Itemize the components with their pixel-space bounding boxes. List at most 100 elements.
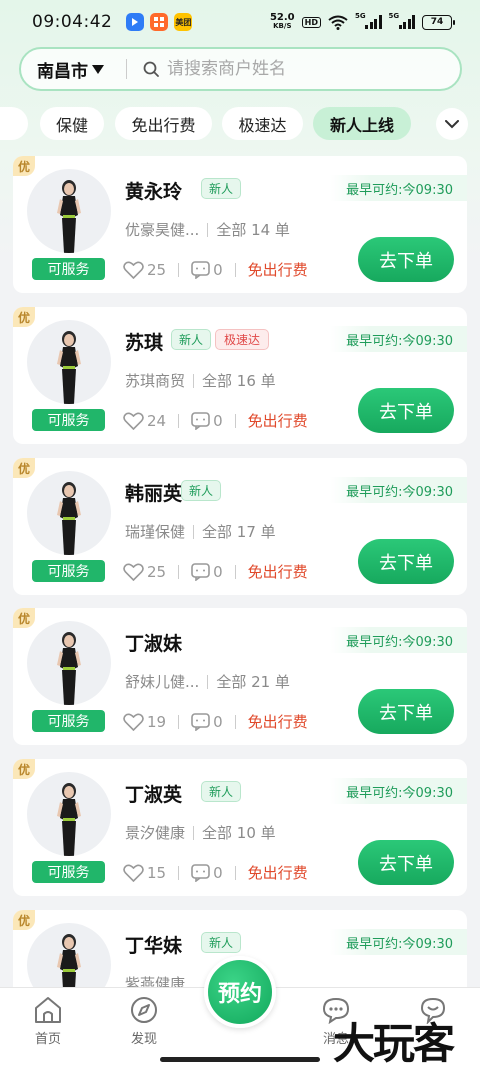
search-input[interactable] bbox=[167, 59, 447, 79]
comments-stat[interactable]: 0 bbox=[191, 864, 223, 882]
filter-chip-free-travel[interactable]: 免出行费 bbox=[115, 107, 212, 140]
city-label: 南昌市 bbox=[37, 61, 88, 82]
available-badge: 可服务 bbox=[32, 710, 105, 732]
merchant-name: 韩丽英 bbox=[125, 483, 183, 505]
comments-stat[interactable]: 0 bbox=[191, 713, 223, 731]
comments-stat[interactable]: 0 bbox=[191, 563, 223, 581]
preferred-tag: 优 bbox=[13, 307, 35, 327]
place-order-button[interactable]: 去下单 bbox=[358, 237, 454, 282]
divider bbox=[178, 564, 180, 579]
order-count: 全部 21 单 bbox=[216, 673, 290, 691]
battery-level: 74 bbox=[430, 17, 444, 27]
net-speed-value: 52.0 bbox=[269, 12, 295, 23]
nav-discover[interactable]: 发现 bbox=[114, 996, 174, 1047]
city-selector[interactable]: 南昌市 bbox=[37, 57, 104, 82]
net-speed: 52.0 KB/S bbox=[270, 13, 295, 31]
available-badge: 可服务 bbox=[32, 560, 105, 582]
earliest-time: 最早可约:今09:30 bbox=[330, 627, 467, 653]
likes-stat[interactable]: 25 bbox=[123, 563, 166, 581]
shop-info: 舒妹儿健... 全部 21 单 bbox=[125, 671, 290, 692]
preferred-tag: 优 bbox=[13, 910, 35, 930]
home-indicator[interactable] bbox=[160, 1057, 320, 1062]
likes-stat[interactable]: 15 bbox=[123, 864, 166, 882]
filter-chip-baojian[interactable]: 保健 bbox=[40, 107, 104, 140]
divider bbox=[234, 564, 236, 579]
available-badge: 可服务 bbox=[32, 258, 105, 280]
merchant-card[interactable]: 优 可服务 苏琪 最早可约:今09:30 苏琪商贸 全部 16 单 24 0 免… bbox=[13, 307, 467, 444]
battery-icon: 74 bbox=[422, 14, 455, 30]
filter-expand-button[interactable] bbox=[436, 108, 468, 140]
hd-badge: HD bbox=[301, 16, 321, 28]
meituan-icon: 美团 bbox=[174, 13, 193, 31]
shop-name: 瑞瑾保健 bbox=[125, 523, 186, 541]
free-travel-label: 免出行费 bbox=[247, 412, 308, 430]
signal-icon-2: 5G bbox=[389, 12, 415, 29]
merchant-name: 丁华妹 bbox=[125, 935, 183, 957]
avatar[interactable] bbox=[27, 621, 111, 705]
likes-stat[interactable]: 19 bbox=[123, 713, 166, 731]
likes-stat[interactable]: 24 bbox=[123, 412, 166, 430]
new-tag: 新人 bbox=[181, 480, 221, 501]
divider bbox=[234, 262, 236, 277]
person-avatar-icon bbox=[57, 482, 81, 555]
likes-count: 25 bbox=[147, 562, 167, 581]
comment-icon bbox=[191, 863, 210, 882]
avatar[interactable] bbox=[27, 320, 111, 404]
card-stats: 15 0 免出行费 bbox=[123, 862, 308, 883]
comments-stat[interactable]: 0 bbox=[191, 412, 223, 430]
place-order-button[interactable]: 去下单 bbox=[358, 539, 454, 584]
preferred-tag: 优 bbox=[13, 608, 35, 628]
signal-label-1: 5G bbox=[355, 12, 366, 20]
card-stats: 24 0 免出行费 bbox=[123, 410, 308, 431]
comment-icon bbox=[191, 712, 210, 731]
merchant-name: 黄永玲 bbox=[125, 181, 183, 203]
earliest-time: 最早可约:今09:30 bbox=[330, 175, 467, 201]
earliest-time: 最早可约:今09:30 bbox=[330, 477, 467, 503]
divider bbox=[178, 413, 180, 428]
free-travel-label: 免出行费 bbox=[247, 563, 308, 581]
merchant-card[interactable]: 优 可服务 丁淑妹 最早可约:今09:30 舒妹儿健... 全部 21 单 19 bbox=[13, 608, 467, 745]
reserve-button[interactable]: 预约 bbox=[204, 956, 276, 1028]
divider bbox=[193, 524, 195, 539]
likes-stat[interactable]: 25 bbox=[123, 261, 166, 279]
avatar[interactable] bbox=[27, 169, 111, 253]
filter-chip-express[interactable]: 极速达 bbox=[222, 107, 303, 140]
place-order-button[interactable]: 去下单 bbox=[358, 840, 454, 885]
new-tag: 新人 bbox=[201, 781, 241, 802]
earliest-time: 最早可约:今09:30 bbox=[330, 326, 467, 352]
nav-home[interactable]: 首页 bbox=[18, 996, 78, 1047]
merchant-card[interactable]: 优 可服务 丁淑英 最早可约:今09:30 景汐健康 全部 10 单 15 0 … bbox=[13, 759, 467, 896]
free-travel-label: 免出行费 bbox=[247, 261, 308, 279]
filter-chip-new-arrivals[interactable]: 新人上线 bbox=[313, 107, 411, 140]
comment-icon bbox=[191, 260, 210, 279]
comment-icon bbox=[191, 562, 210, 581]
heart-icon bbox=[123, 563, 144, 581]
comments-count: 0 bbox=[213, 712, 223, 731]
merchant-card[interactable]: 优 可服务 韩丽英 最早可约:今09:30 瑞瑾保健 全部 17 单 25 0 … bbox=[13, 458, 467, 595]
likes-count: 24 bbox=[147, 411, 167, 430]
merchant-name: 丁淑英 bbox=[125, 784, 183, 806]
shop-info: 优豪昊健... 全部 14 单 bbox=[125, 219, 290, 240]
status-bar: 09:04:42 美团 52.0 KB/S HD 5G 5G 74 bbox=[0, 0, 480, 44]
shop-name: 苏琪商贸 bbox=[125, 372, 186, 390]
app-blue-icon bbox=[126, 13, 145, 31]
avatar[interactable] bbox=[27, 471, 111, 555]
comments-count: 0 bbox=[213, 562, 223, 581]
preferred-tag: 优 bbox=[13, 458, 35, 478]
comments-stat[interactable]: 0 bbox=[191, 261, 223, 279]
place-order-button[interactable]: 去下单 bbox=[358, 388, 454, 433]
person-avatar-icon bbox=[57, 331, 81, 404]
filter-bar: 保健 免出行费 极速达 新人上线 bbox=[0, 107, 480, 141]
chevron-down-icon bbox=[445, 119, 459, 128]
shop-name: 景汐健康 bbox=[125, 824, 186, 842]
place-order-button[interactable]: 去下单 bbox=[358, 689, 454, 734]
card-stats: 19 0 免出行费 bbox=[123, 711, 308, 732]
avatar[interactable] bbox=[27, 772, 111, 856]
filter-chip-partial[interactable] bbox=[0, 107, 28, 140]
card-stats: 25 0 免出行费 bbox=[123, 259, 308, 280]
heart-icon bbox=[123, 713, 144, 731]
signal-icon-1: 5G bbox=[355, 12, 382, 29]
wifi-icon bbox=[328, 15, 348, 30]
likes-count: 25 bbox=[147, 260, 167, 279]
merchant-card[interactable]: 优 可服务 黄永玲 最早可约:今09:30 优豪昊健... 全部 14 单 25 bbox=[13, 156, 467, 293]
